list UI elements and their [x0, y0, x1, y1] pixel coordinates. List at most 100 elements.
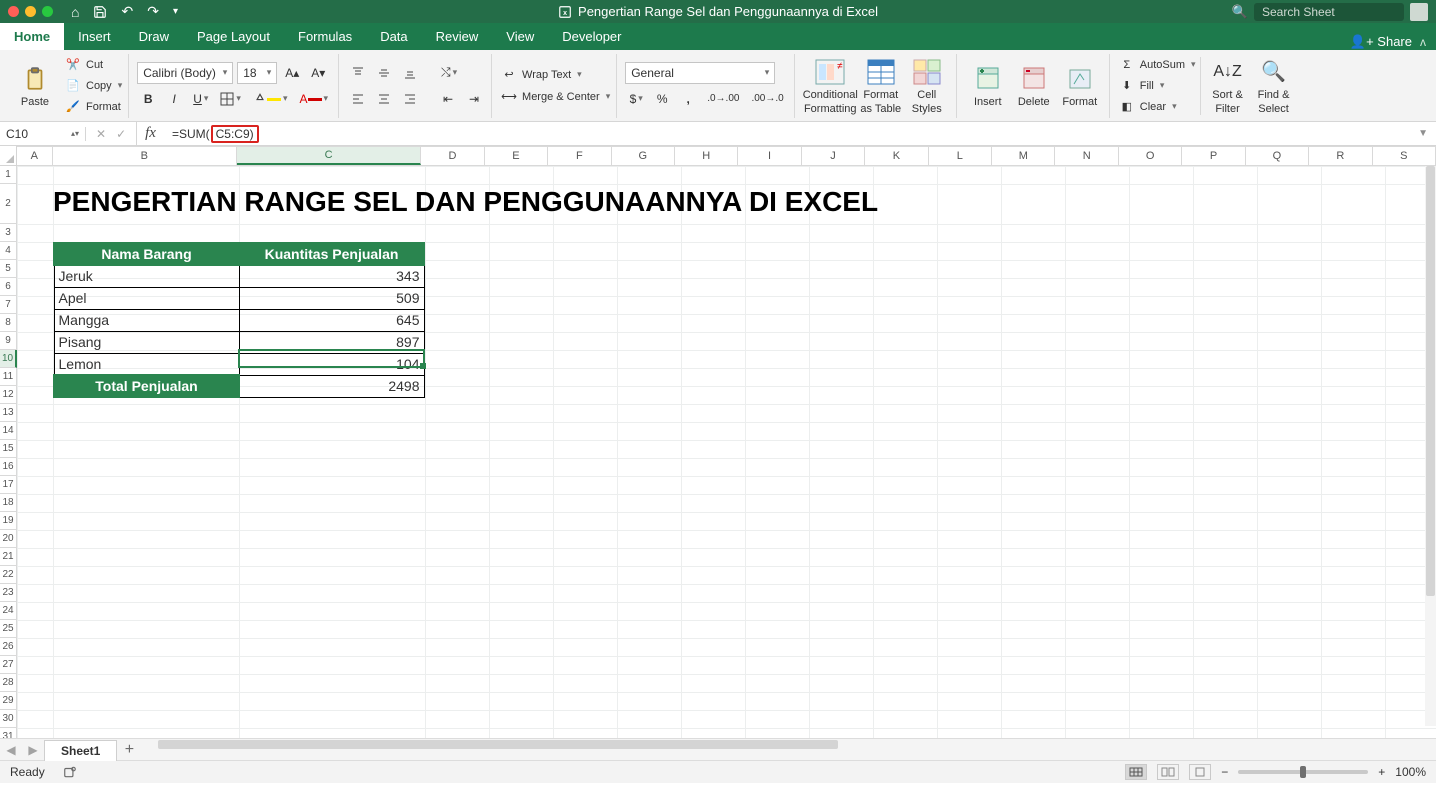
- orientation-button[interactable]: ⤭▾: [437, 62, 461, 84]
- tab-review[interactable]: Review: [422, 23, 493, 50]
- row-header-31[interactable]: 31: [0, 728, 17, 738]
- row-header-2[interactable]: 2: [0, 184, 17, 224]
- format-as-table-button[interactable]: Formatas Table: [858, 57, 904, 115]
- col-header-I[interactable]: I: [738, 146, 801, 165]
- row-header-14[interactable]: 14: [0, 422, 17, 440]
- page-break-view-button[interactable]: [1189, 764, 1211, 780]
- increase-decimal-button[interactable]: .0→.00: [703, 88, 743, 110]
- col-header-K[interactable]: K: [865, 146, 928, 165]
- col-header-S[interactable]: S: [1373, 146, 1436, 165]
- tab-view[interactable]: View: [492, 23, 548, 50]
- row-header-24[interactable]: 24: [0, 602, 17, 620]
- sheet-prev-icon[interactable]: ◀: [0, 743, 22, 757]
- row-header-6[interactable]: 6: [0, 278, 17, 296]
- zoom-slider[interactable]: [1238, 770, 1368, 774]
- search-input[interactable]: Search Sheet: [1254, 3, 1404, 21]
- col-header-H[interactable]: H: [675, 146, 738, 165]
- add-sheet-button[interactable]: +: [117, 741, 141, 759]
- font-name-select[interactable]: Calibri (Body)▾: [137, 62, 233, 84]
- cut-button[interactable]: ✂️Cut: [64, 56, 122, 74]
- number-format-select[interactable]: General▾: [625, 62, 775, 84]
- vertical-scrollbar[interactable]: [1425, 166, 1436, 726]
- row-header-18[interactable]: 18: [0, 494, 17, 512]
- collapse-ribbon-icon[interactable]: ʌ: [1420, 35, 1426, 49]
- expand-formula-bar-icon[interactable]: ▼: [1410, 128, 1436, 139]
- clear-button[interactable]: ◧Clear▾: [1118, 98, 1196, 116]
- row-header-17[interactable]: 17: [0, 476, 17, 494]
- row-header-23[interactable]: 23: [0, 584, 17, 602]
- col-header-Q[interactable]: Q: [1246, 146, 1309, 165]
- share-button[interactable]: 👤+ Share: [1350, 34, 1412, 50]
- fill-color-button[interactable]: ▾: [249, 88, 292, 110]
- tab-formulas[interactable]: Formulas: [284, 23, 366, 50]
- underline-button[interactable]: U▾: [189, 88, 212, 110]
- wrap-text-button[interactable]: ↩Wrap Text▾: [500, 66, 610, 84]
- insert-cells-button[interactable]: Insert: [965, 64, 1011, 108]
- maximize-window-icon[interactable]: [42, 6, 53, 17]
- row-header-28[interactable]: 28: [0, 674, 17, 692]
- align-middle-button[interactable]: [373, 62, 395, 84]
- merge-center-button[interactable]: ⟷Merge & Center▾: [500, 88, 610, 106]
- find-select-button[interactable]: 🔍 Find &Select: [1251, 57, 1297, 115]
- col-header-P[interactable]: P: [1182, 146, 1245, 165]
- tab-draw[interactable]: Draw: [125, 23, 183, 50]
- align-left-button[interactable]: [347, 88, 369, 110]
- currency-button[interactable]: $▾: [625, 88, 647, 110]
- row-header-8[interactable]: 8: [0, 314, 17, 332]
- normal-view-button[interactable]: [1125, 764, 1147, 780]
- row-header-5[interactable]: 5: [0, 260, 17, 278]
- col-header-D[interactable]: D: [421, 146, 484, 165]
- row-header-21[interactable]: 21: [0, 548, 17, 566]
- close-window-icon[interactable]: [8, 6, 19, 17]
- col-header-O[interactable]: O: [1119, 146, 1182, 165]
- row-header-22[interactable]: 22: [0, 566, 17, 584]
- zoom-out-button[interactable]: −: [1221, 765, 1228, 779]
- fill-button[interactable]: ⬇Fill▾: [1118, 77, 1196, 95]
- font-color-button[interactable]: A▾: [295, 88, 332, 110]
- row-header-19[interactable]: 19: [0, 512, 17, 530]
- row-header-10[interactable]: 10: [0, 350, 17, 368]
- tab-developer[interactable]: Developer: [548, 23, 635, 50]
- tab-data[interactable]: Data: [366, 23, 421, 50]
- tab-insert[interactable]: Insert: [64, 23, 125, 50]
- percent-button[interactable]: %: [651, 88, 673, 110]
- row-header-26[interactable]: 26: [0, 638, 17, 656]
- save-icon[interactable]: [93, 5, 107, 19]
- format-cells-button[interactable]: Format: [1057, 64, 1103, 108]
- row-headers[interactable]: 1234567891011121314151617181920212223242…: [0, 166, 17, 738]
- align-center-button[interactable]: [373, 88, 395, 110]
- column-headers[interactable]: ABCDEFGHIJKLMNOPQRS: [17, 146, 1436, 166]
- row-header-20[interactable]: 20: [0, 530, 17, 548]
- conditional-formatting-button[interactable]: ≠ ConditionalFormatting: [803, 57, 858, 115]
- cell-styles-button[interactable]: CellStyles: [904, 57, 950, 115]
- row-header-12[interactable]: 12: [0, 386, 17, 404]
- align-right-button[interactable]: [399, 88, 421, 110]
- zoom-level[interactable]: 100%: [1395, 765, 1426, 779]
- minimize-window-icon[interactable]: [25, 6, 36, 17]
- fx-icon[interactable]: fx: [145, 125, 156, 142]
- row-header-13[interactable]: 13: [0, 404, 17, 422]
- select-all-corner[interactable]: [0, 146, 17, 166]
- col-header-F[interactable]: F: [548, 146, 611, 165]
- user-avatar-icon[interactable]: [1410, 3, 1428, 21]
- row-header-9[interactable]: 9: [0, 332, 17, 350]
- tab-home[interactable]: Home: [0, 23, 64, 50]
- formula-input[interactable]: =SUM(C5:C9): [164, 125, 259, 143]
- row-header-25[interactable]: 25: [0, 620, 17, 638]
- col-header-L[interactable]: L: [929, 146, 992, 165]
- redo-icon[interactable]: ↷: [147, 3, 159, 20]
- row-header-7[interactable]: 7: [0, 296, 17, 314]
- col-header-C[interactable]: C: [237, 146, 421, 165]
- decrease-indent-button[interactable]: ⇤: [437, 88, 459, 110]
- row-header-11[interactable]: 11: [0, 368, 17, 386]
- comma-button[interactable]: ,: [677, 88, 699, 110]
- col-header-E[interactable]: E: [485, 146, 548, 165]
- italic-button[interactable]: I: [163, 88, 185, 110]
- col-header-A[interactable]: A: [17, 146, 53, 165]
- row-header-4[interactable]: 4: [0, 242, 17, 260]
- name-box[interactable]: C10 ▴▾: [0, 127, 86, 141]
- row-header-16[interactable]: 16: [0, 458, 17, 476]
- increase-font-button[interactable]: A▴: [281, 62, 303, 84]
- col-header-J[interactable]: J: [802, 146, 865, 165]
- row-header-1[interactable]: 1: [0, 166, 17, 184]
